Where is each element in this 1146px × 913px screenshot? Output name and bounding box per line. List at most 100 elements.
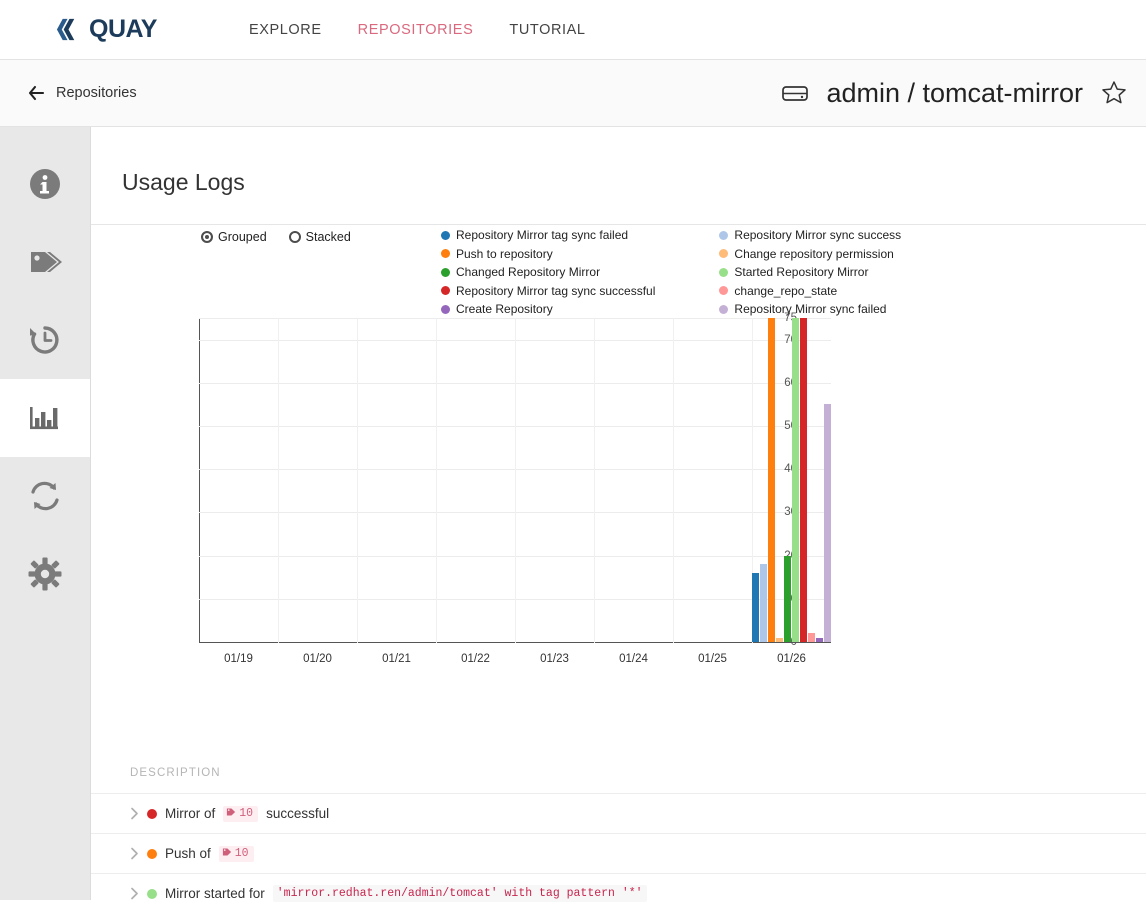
legend-label: Repository Mirror sync success [734,228,902,242]
chart-plot-area: 01020304050607075 01/1901/2001/2101/2201… [151,312,832,665]
gear-icon [26,555,64,593]
description-section: DESCRIPTION Mirror of 10 successful Push… [91,767,1146,913]
sidebar-item-tags[interactable] [0,223,90,301]
legend-item[interactable]: Create Repository [441,302,655,316]
nav-link-explore[interactable]: EXPLORE [249,22,322,38]
top-navigation-bar: QUAY EXPLORE REPOSITORIES TUTORIAL [0,0,1146,60]
legend-swatch-icon [441,267,450,277]
sidebar-item-mirroring[interactable] [0,457,90,535]
tag-icon [26,243,64,281]
tag-icon [226,807,236,821]
tag-icon [222,847,232,861]
bar[interactable] [775,637,783,642]
legend-swatch-icon [719,230,729,240]
x-axis-tick-label: 01/20 [303,653,332,665]
bar[interactable] [815,637,823,642]
back-link-label: Repositories [56,85,137,101]
event-text-suffix: successful [266,806,330,821]
radio-stacked-icon [288,231,301,243]
legend-item[interactable]: Repository Mirror sync failed [719,302,901,316]
info-circle-icon [26,165,64,203]
legend-item[interactable]: Change repository permission [719,247,901,261]
event-color-dot [147,808,157,819]
quay-logo[interactable]: QUAY [55,15,157,44]
chevron-right-icon[interactable] [130,807,139,820]
toggle-grouped-label: Grouped [218,230,267,244]
main-nav-links: EXPLORE REPOSITORIES TUTORIAL [249,22,586,38]
event-code-text: 'mirror.redhat.ren/admin/tomcat' with ta… [272,885,647,902]
legend-label: change_repo_state [734,283,838,298]
x-axis-tick-label: 01/24 [619,653,648,665]
bar[interactable] [791,318,799,642]
legend-label: Create Repository [456,302,553,316]
bar[interactable] [767,318,775,642]
sidebar-item-settings[interactable] [0,535,90,613]
toggle-stacked[interactable]: Stacked [288,230,351,244]
legend-item[interactable]: Push to repository [441,247,655,261]
legend-swatch-icon [441,230,450,240]
tag-count-value: 10 [239,807,254,820]
list-item[interactable]: Push of 10 [91,833,1146,873]
back-to-repositories-link[interactable]: Repositories [27,84,137,102]
bar-group [199,317,279,642]
page-body: Usage Logs Grouped Stacked Repository Mi… [0,127,1146,902]
legend-item[interactable]: Repository Mirror sync success [719,228,901,242]
event-text-prefix: Mirror of [165,806,216,821]
chevron-right-icon[interactable] [130,847,139,860]
legend-swatch-icon [719,304,729,314]
chart-mode-toggles: Grouped Stacked [201,230,351,244]
sidebar-item-tag-history[interactable] [0,301,90,379]
bar-group [751,317,832,642]
toggle-grouped[interactable]: Grouped [201,230,267,244]
legend-label: Repository Mirror tag sync successful [456,283,656,298]
legend-item[interactable]: Repository Mirror tag sync successful [441,284,655,298]
legend-label: Change repository permission [734,246,894,261]
bar-group [357,317,437,642]
sidebar-item-usage-logs[interactable] [0,379,90,457]
repository-identity: admin / tomcat-mirror [780,78,1129,109]
quay-logo-text: QUAY [89,15,157,43]
x-axis-tick-label: 01/25 [698,653,727,665]
bar[interactable] [799,318,807,642]
event-text-prefix: Push of [165,846,211,861]
bar-group [673,317,753,642]
nav-link-tutorial[interactable]: TUTORIAL [509,22,585,38]
sidebar-item-information[interactable] [0,145,90,223]
tag-count-value: 10 [234,847,249,860]
bar-group [594,317,674,642]
legend-item[interactable]: change_repo_state [719,284,901,298]
legend-swatch-icon [719,267,729,277]
repository-sidebar [0,127,91,900]
quay-logo-icon [55,16,82,43]
bar[interactable] [783,555,791,642]
chevron-right-icon[interactable] [130,887,139,900]
legend-column-2: Repository Mirror sync success Change re… [719,228,901,316]
repository-icon [780,78,810,108]
legend-label: Started Repository Mirror [734,265,869,279]
nav-link-repositories[interactable]: REPOSITORIES [358,22,474,38]
bar[interactable] [807,633,815,642]
description-label: DESCRIPTION [130,767,221,779]
usage-logs-title: Usage Logs [122,169,245,195]
toggle-stacked-label: Stacked [305,230,351,244]
x-axis-tick-label: 01/26 [777,653,806,665]
legend-item[interactable]: Changed Repository Mirror [441,265,655,279]
bar[interactable] [759,564,767,642]
radio-grouped-icon [201,231,213,243]
event-color-dot [147,888,157,899]
legend-column-1: Repository Mirror tag sync failed Push t… [441,228,655,316]
x-axis-tick-label: 01/19 [224,653,253,665]
legend-item[interactable]: Repository Mirror tag sync failed [441,228,655,242]
list-item[interactable]: Mirror of 10 successful [91,793,1146,833]
list-item[interactable]: Mirror started for 'mirror.redhat.ren/ad… [91,873,1146,913]
bar-chart-icon [26,399,64,437]
legend-item[interactable]: Started Repository Mirror [719,265,901,279]
tag-count-chip: 10 [223,805,259,822]
event-text-prefix: Mirror started for [165,886,265,901]
star-outline-icon[interactable] [1099,78,1129,108]
bar[interactable] [751,572,759,642]
x-axis-tick-label: 01/22 [461,653,490,665]
legend-label: Changed Repository Mirror [456,265,601,279]
bar[interactable] [823,404,831,642]
arrow-left-icon [27,84,45,102]
